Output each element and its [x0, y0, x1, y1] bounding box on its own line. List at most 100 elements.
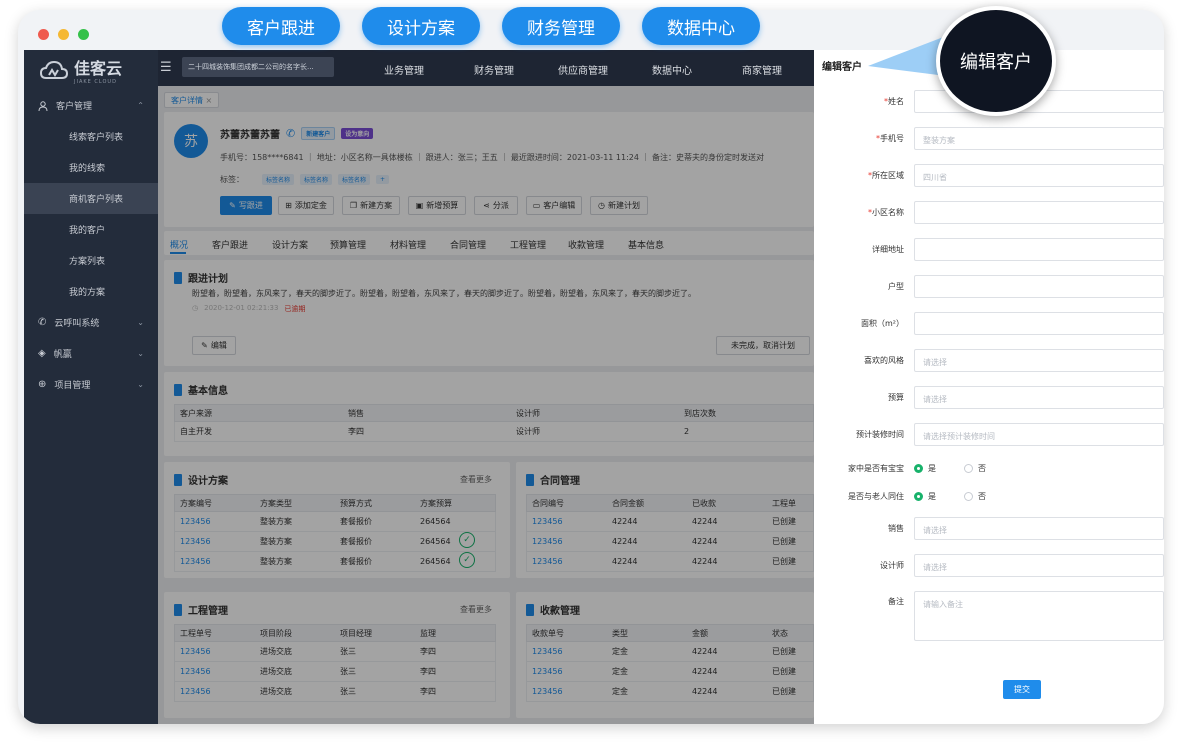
cloud-logo-icon: [40, 60, 68, 79]
sidebar-group-call-system[interactable]: ✆ 云呼叫系统 ⌄: [24, 307, 158, 338]
button-label: 新增预算: [426, 201, 459, 210]
promo-pill-data: 数据中心: [642, 7, 760, 45]
table-cell: 进场交底: [260, 647, 292, 656]
project-id-link[interactable]: 123456: [175, 667, 255, 676]
top-tab-merchant[interactable]: 商家管理: [742, 62, 782, 77]
tab-contract[interactable]: 合同管理: [450, 238, 486, 251]
phone-input[interactable]: 整装方案: [914, 127, 1164, 150]
phone-icon: ✆: [38, 317, 47, 328]
sidebar-group-customers[interactable]: 客户管理 ⌃: [24, 90, 158, 121]
tab-payment[interactable]: 收款管理: [568, 238, 604, 251]
globe-icon: ⊕: [38, 379, 47, 390]
sales-select[interactable]: 请选择: [914, 517, 1164, 540]
tab-project[interactable]: 工程管理: [510, 238, 546, 251]
section-title: 设计方案: [188, 476, 228, 487]
project-id-link[interactable]: 123456: [175, 647, 255, 656]
project-table: 工程单号 项目阶段 项目经理 监理 123456 进场交底 张三 李四 123456 进…: [174, 624, 496, 702]
top-navbar: ☰ 二十四城装饰集团成都二公司的名字长... 业务管理 财务管理 供应商管理 数…: [158, 50, 814, 86]
region-select[interactable]: 四川省: [914, 164, 1164, 187]
payment-id-link[interactable]: 123456: [527, 647, 607, 656]
tab-basic-info[interactable]: 基本信息: [628, 238, 664, 251]
elderly-yes-radio[interactable]: 是: [914, 491, 936, 502]
check-stamp-icon: ✓: [459, 532, 475, 548]
style-select[interactable]: 请选择: [914, 349, 1164, 372]
view-more-design-link[interactable]: 查看更多: [460, 474, 492, 485]
has-baby-yes-radio[interactable]: 是: [914, 463, 936, 474]
submit-button[interactable]: 提交: [1003, 680, 1041, 699]
community-input[interactable]: [914, 201, 1164, 224]
cancel-plan-button[interactable]: 未完成，取消计划: [716, 336, 810, 355]
tab-budget[interactable]: 预算管理: [330, 238, 366, 251]
table-cell: 42244: [612, 557, 638, 566]
sidebar-group-fanying[interactable]: ◈ 帆赢 ⌄: [24, 338, 158, 369]
payment-id-link[interactable]: 123456: [527, 687, 607, 696]
payment-table: 收款单号 类型 金额 状态 123456 定金 42244 已创建 123456 定金 4…: [526, 624, 814, 702]
sidebar-group-label: 客户管理: [56, 102, 93, 112]
field-label: 手机号: [880, 134, 904, 143]
edit-customer-button[interactable]: ▭ 客户编辑: [526, 196, 582, 215]
layout-input[interactable]: [914, 275, 1164, 298]
payment-id-link[interactable]: 123456: [527, 667, 607, 676]
phone-call-icon[interactable]: ✆: [286, 127, 295, 140]
address-input[interactable]: [914, 238, 1164, 261]
has-baby-no-radio[interactable]: 否: [964, 463, 986, 474]
top-tab-business[interactable]: 业务管理: [384, 62, 424, 77]
tab-design[interactable]: 设计方案: [272, 238, 308, 251]
edit-plan-button[interactable]: ✎ 编辑: [192, 336, 236, 355]
sidebar-group-label: 帆赢: [53, 350, 72, 360]
top-tab-finance[interactable]: 财务管理: [474, 62, 514, 77]
clock-icon: ◷: [598, 201, 605, 210]
sidebar-item-my-leads[interactable]: 我的线索: [24, 152, 158, 183]
radio-unchecked-icon: [964, 464, 973, 473]
top-tab-supplier[interactable]: 供应商管理: [558, 62, 608, 77]
assign-button[interactable]: ⋖ 分派: [474, 196, 518, 215]
menu-icon[interactable]: ☰: [160, 60, 172, 75]
close-dot-icon[interactable]: [38, 29, 49, 40]
sidebar-group-label: 云呼叫系统: [54, 319, 100, 329]
sidebar-item-my-customers[interactable]: 我的客户: [24, 214, 158, 245]
plan-id-link[interactable]: 123456: [175, 557, 255, 566]
page-tab-customer-detail[interactable]: 客户详情 ×: [164, 92, 220, 108]
add-deposit-button[interactable]: ⊞ 添加定金: [278, 196, 334, 215]
elderly-no-radio[interactable]: 否: [964, 491, 986, 502]
plan-id-link[interactable]: 123456: [175, 537, 255, 546]
maximize-dot-icon[interactable]: [78, 29, 89, 40]
cell-value: 264564: [420, 557, 451, 566]
company-selector[interactable]: 二十四城装饰集团成都二公司的名字长...: [182, 57, 334, 77]
new-plan-button[interactable]: ❐ 新建方案: [342, 196, 400, 215]
add-tag-button[interactable]: +: [376, 175, 390, 184]
tab-overview[interactable]: 概况: [170, 238, 188, 251]
sidebar-item-my-plans[interactable]: 我的方案: [24, 276, 158, 307]
plan-id-link[interactable]: 123456: [175, 517, 255, 526]
area-input[interactable]: [914, 312, 1164, 335]
sidebar-item-opportunity-list[interactable]: 商机客户列表: [24, 183, 158, 214]
new-schedule-button[interactable]: ◷ 新建计划: [590, 196, 648, 215]
designer-select[interactable]: 请选择: [914, 554, 1164, 577]
renovation-time-picker[interactable]: 请选择预计装修时间: [914, 423, 1164, 446]
table-row: 123456 整装方案 套餐报价 264564 ✓: [174, 552, 496, 572]
close-icon[interactable]: ×: [206, 96, 213, 105]
top-tab-data[interactable]: 数据中心: [652, 62, 692, 77]
sidebar-group-projects[interactable]: ⊕ 项目管理 ⌄: [24, 369, 158, 400]
view-more-project-link[interactable]: 查看更多: [460, 604, 492, 615]
set-intent-button[interactable]: 设为意向: [341, 128, 374, 139]
sidebar-item-label: 方案列表: [69, 257, 106, 267]
contract-id-link[interactable]: 123456: [527, 517, 607, 526]
sidebar-item-lead-list[interactable]: 线索客户列表: [24, 121, 158, 152]
sidebar-item-plan-list[interactable]: 方案列表: [24, 245, 158, 276]
minimize-dot-icon[interactable]: [58, 29, 69, 40]
tab-followup[interactable]: 客户跟进: [212, 238, 248, 251]
tab-materials[interactable]: 材料管理: [390, 238, 426, 251]
table-row: 123456 定金 42244 已创建: [526, 662, 814, 682]
contract-id-link[interactable]: 123456: [527, 537, 607, 546]
new-budget-button[interactable]: ▣ 新增预算: [408, 196, 466, 215]
budget-select[interactable]: 请选择: [914, 386, 1164, 409]
project-id-link[interactable]: 123456: [175, 687, 255, 696]
table-row: 123456 定金 42244 已创建: [526, 642, 814, 662]
table-cell: 42244: [612, 517, 638, 526]
user-icon: [38, 100, 48, 111]
write-followup-button[interactable]: ✎ 写跟进: [220, 196, 272, 215]
note-textarea[interactable]: 请输入备注: [914, 591, 1164, 641]
lives-with-elderly-label: 是否与老人同住: [848, 492, 904, 501]
contract-id-link[interactable]: 123456: [527, 557, 607, 566]
